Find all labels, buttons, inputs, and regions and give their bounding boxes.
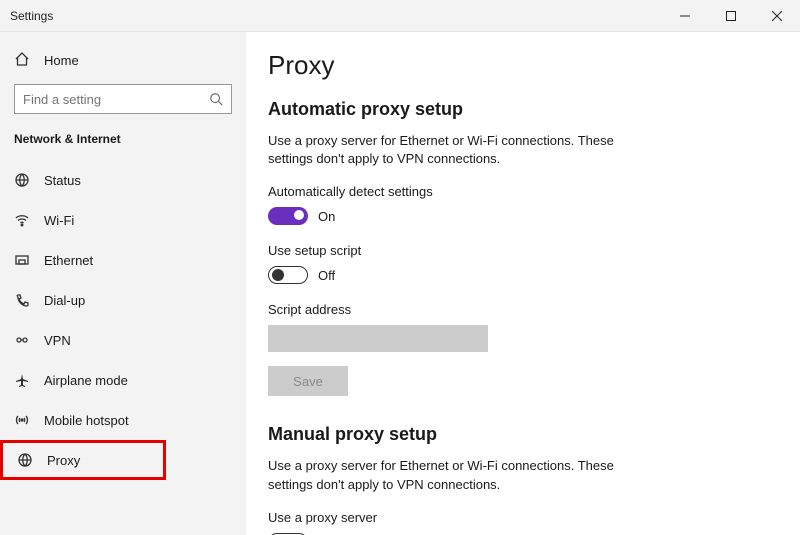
setup-script-state: Off (318, 268, 335, 283)
auto-detect-state: On (318, 209, 335, 224)
sidebar-item-label: VPN (44, 333, 71, 348)
search-icon (209, 92, 223, 106)
wifi-icon (14, 212, 30, 228)
window-title: Settings (10, 9, 53, 23)
use-proxy-label: Use a proxy server (268, 510, 800, 525)
ethernet-icon (14, 252, 30, 268)
sidebar-item-label: Mobile hotspot (44, 413, 129, 428)
search-input[interactable] (23, 92, 209, 107)
hotspot-icon (14, 412, 30, 428)
sidebar-item-label: Proxy (47, 453, 80, 468)
search-box[interactable] (14, 84, 232, 114)
sidebar-item-hotspot[interactable]: Mobile hotspot (0, 400, 246, 440)
sidebar-item-dialup[interactable]: Dial-up (0, 280, 246, 320)
airplane-icon (14, 372, 30, 388)
status-icon (14, 172, 30, 188)
home-link[interactable]: Home (0, 46, 246, 80)
sidebar-item-label: Dial-up (44, 293, 85, 308)
main-content: Proxy Automatic proxy setup Use a proxy … (246, 32, 800, 535)
sidebar-item-vpn[interactable]: VPN (0, 320, 246, 360)
script-address-input[interactable] (268, 325, 488, 352)
sidebar-item-proxy[interactable]: Proxy (0, 440, 166, 480)
sidebar-item-label: Status (44, 173, 81, 188)
home-label: Home (44, 53, 79, 68)
script-address-label: Script address (268, 302, 800, 317)
section-auto-desc: Use a proxy server for Ethernet or Wi-Fi… (268, 132, 648, 168)
sidebar-item-airplane[interactable]: Airplane mode (0, 360, 246, 400)
vpn-icon (14, 332, 30, 348)
maximize-button[interactable] (708, 0, 754, 32)
setup-script-toggle[interactable] (268, 266, 308, 284)
section-manual-desc: Use a proxy server for Ethernet or Wi-Fi… (268, 457, 648, 493)
auto-detect-label: Automatically detect settings (268, 184, 800, 199)
setup-script-label: Use setup script (268, 243, 800, 258)
dialup-icon (14, 292, 30, 308)
sidebar-item-label: Airplane mode (44, 373, 128, 388)
sidebar-item-ethernet[interactable]: Ethernet (0, 240, 246, 280)
sidebar-item-label: Wi-Fi (44, 213, 74, 228)
section-manual-heading: Manual proxy setup (268, 424, 800, 445)
home-icon (14, 51, 30, 70)
sidebar-group-label: Network & Internet (0, 128, 246, 160)
auto-detect-toggle[interactable] (268, 207, 308, 225)
close-button[interactable] (754, 0, 800, 32)
sidebar: Home Network & Internet Status Wi-Fi (0, 32, 246, 535)
proxy-icon (17, 452, 33, 468)
sidebar-item-label: Ethernet (44, 253, 93, 268)
sidebar-item-status[interactable]: Status (0, 160, 246, 200)
titlebar: Settings (0, 0, 800, 32)
save-button[interactable]: Save (268, 366, 348, 396)
sidebar-item-wifi[interactable]: Wi-Fi (0, 200, 246, 240)
minimize-button[interactable] (662, 0, 708, 32)
page-title: Proxy (268, 50, 800, 81)
section-auto-heading: Automatic proxy setup (268, 99, 800, 120)
